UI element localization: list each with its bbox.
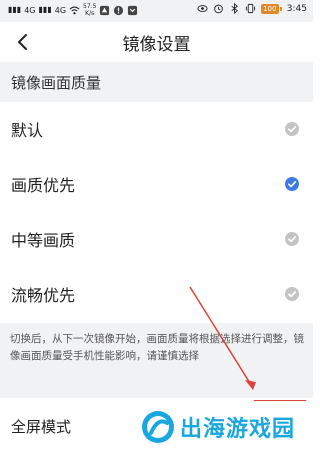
quality-note-text: 切换后，从下一次镜像开始，画面质量将根据选择进行调整，镜像画面质量受手机性能影响… [10, 333, 304, 362]
watermark: 出海游戏园 [140, 403, 313, 450]
option-smooth-first[interactable]: 流畅优先 [0, 267, 313, 322]
bluetooth-icon [231, 3, 238, 14]
watermark-text: 出海游戏园 [180, 416, 296, 442]
vibrate-icon [245, 3, 255, 14]
checkmark-icon [285, 287, 299, 301]
annotation-underline [254, 400, 306, 401]
option-quality-first[interactable]: 画质优先 [0, 157, 313, 212]
status-bar-left: ▮▮▮ 4G ▮▮▮ 4G 57.5 K/s [8, 3, 138, 17]
section-title: 镜像画面质量 [11, 74, 102, 92]
option-default[interactable]: 默认 [0, 102, 313, 157]
eye-icon [197, 5, 208, 12]
checkmark-icon [285, 232, 299, 246]
signal-label-1: 4G [24, 5, 36, 15]
signal-label-2: 4G [54, 5, 67, 15]
option-label: 默认 [11, 121, 44, 140]
net-speed-unit: K/s [85, 10, 95, 17]
alarm-icon [213, 4, 223, 14]
wifi-icon [69, 6, 80, 14]
section-header-quality: 镜像画面质量 [0, 62, 313, 102]
status-bar-right: 100 3:45 [197, 3, 307, 14]
signal-icon-2: ▮▮▮ [38, 5, 52, 14]
checkmark-icon [285, 122, 299, 136]
page-title: 镜像设置 [122, 35, 191, 55]
status-time: 3:45 [286, 3, 307, 14]
option-label: 流畅优先 [11, 286, 76, 305]
alert-icon [114, 5, 124, 15]
net-speed-value: 57.5 [83, 3, 97, 10]
option-label: 中等画质 [11, 231, 76, 250]
quality-note: 切换后，从下一次镜像开始，画面质量将根据选择进行调整，镜像画面质量受手机性能影响… [0, 323, 313, 398]
checkmark-selected-icon [285, 177, 299, 191]
app-notification-icon [100, 5, 110, 15]
option-label: 画质优先 [11, 176, 76, 195]
battery-icon: 100 [260, 3, 282, 14]
title-bar: 镜像设置 [0, 22, 313, 62]
status-bar: ▮▮▮ 4G ▮▮▮ 4G 57.5 K/s 100 3:45 [0, 0, 313, 22]
messenger-icon [128, 5, 138, 15]
watermark-logo-icon [142, 410, 174, 443]
option-medium-quality[interactable]: 中等画质 [0, 212, 313, 267]
battery-level: 100 [260, 3, 279, 14]
signal-icon: ▮▮▮ [8, 5, 22, 14]
fullscreen-mode-label: 全屏模式 [11, 418, 72, 436]
net-speed: 57.5 K/s [83, 3, 96, 17]
